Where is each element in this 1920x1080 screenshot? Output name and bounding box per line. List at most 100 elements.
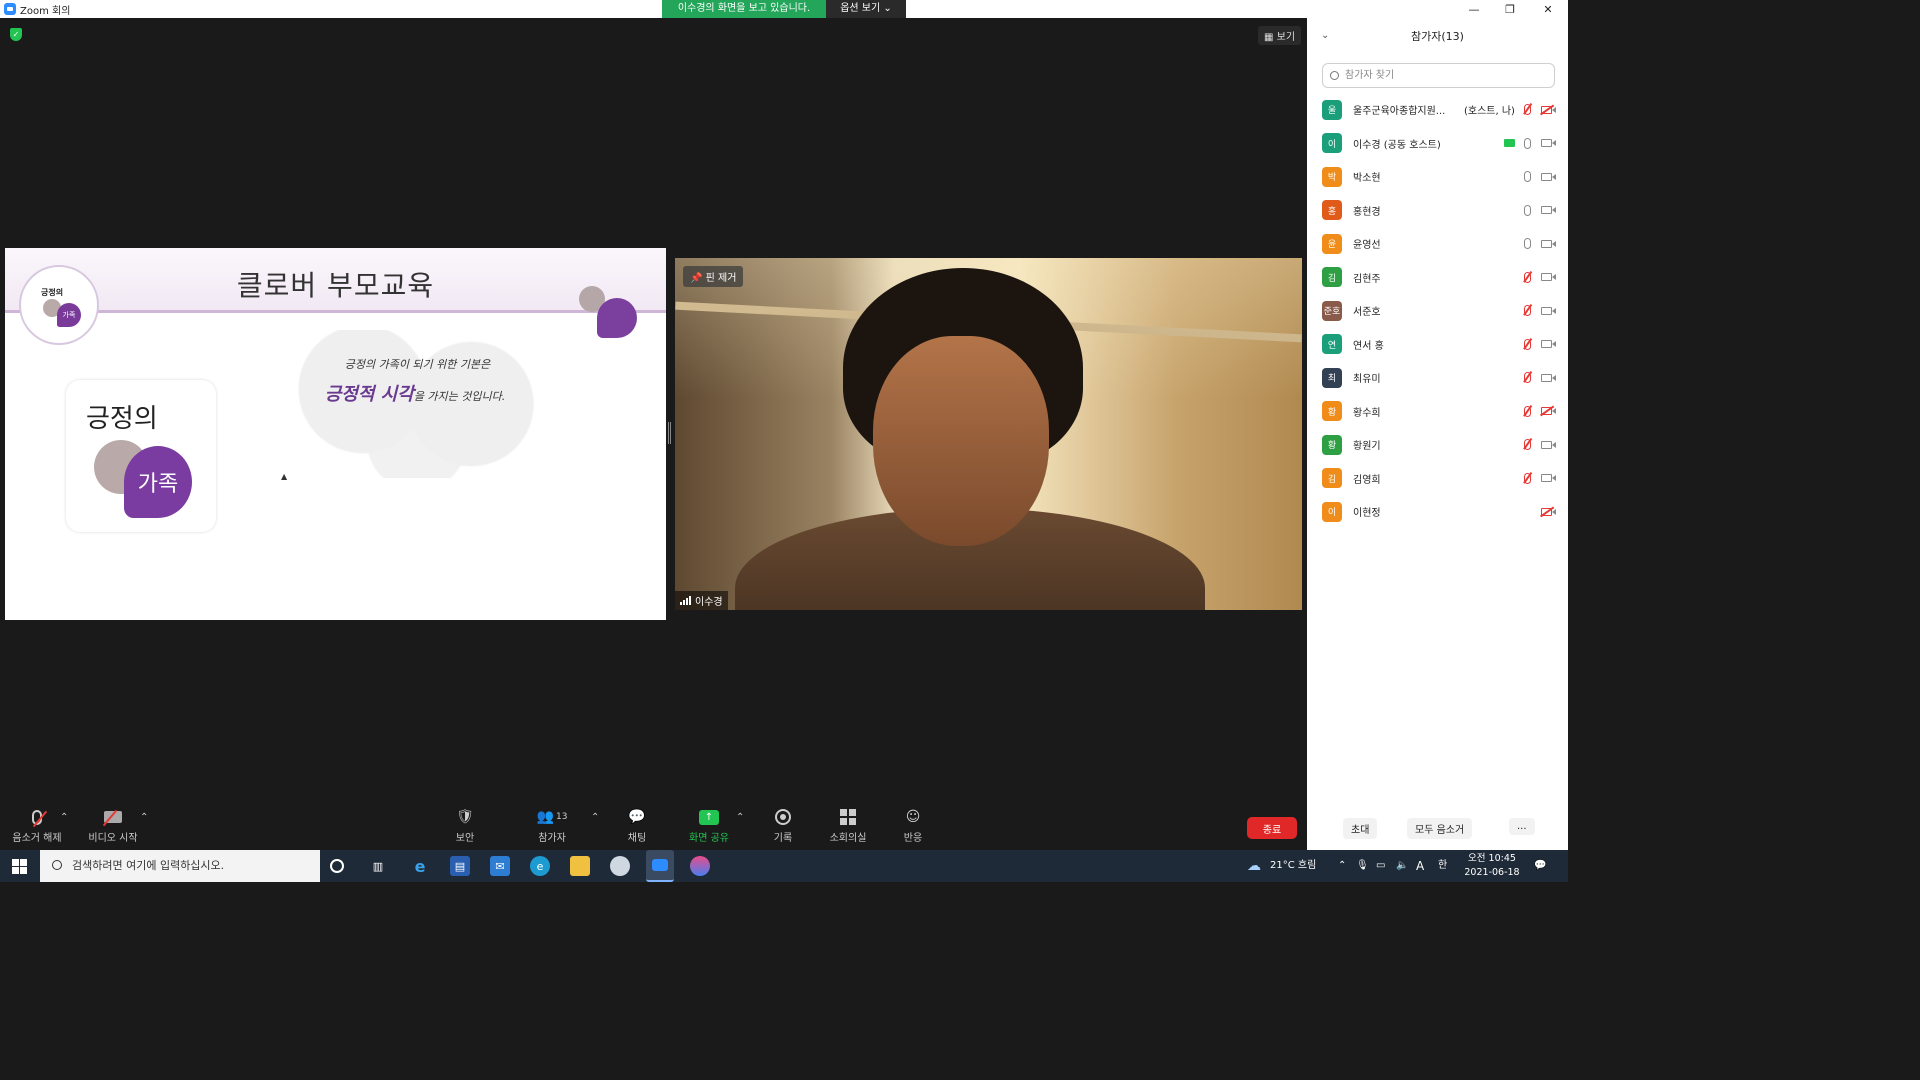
muted-mic-icon[interactable] — [1524, 472, 1531, 484]
volume-icon[interactable]: 🔈 — [1396, 850, 1408, 882]
video-off-icon[interactable] — [1541, 407, 1556, 416]
cortana-icon[interactable] — [330, 859, 344, 873]
muted-mic-icon[interactable] — [1524, 439, 1531, 451]
video-off-icon[interactable] — [1541, 507, 1556, 516]
muted-mic-icon[interactable] — [1524, 305, 1531, 317]
zoom-taskbar-icon[interactable] — [646, 850, 674, 882]
record-icon — [775, 809, 791, 825]
participant-row[interactable]: 황 황원기 — [1307, 428, 1568, 462]
view-options-button[interactable]: 옵션 보기 ⌄ — [826, 0, 906, 18]
split-divider-handle[interactable] — [668, 422, 671, 444]
participant-row[interactable]: 박 박소현 — [1307, 160, 1568, 194]
unpin-button[interactable]: 📌 핀 제거 — [683, 266, 744, 287]
share-options-chevron-icon[interactable]: ⌃ — [736, 812, 744, 823]
mic-icon[interactable] — [1524, 204, 1531, 216]
participant-row[interactable]: 이 이현정 — [1307, 495, 1568, 529]
edge-icon[interactable]: e — [530, 856, 550, 876]
participant-avatar: 홍 — [1322, 200, 1342, 221]
participant-avatar: 박 — [1322, 166, 1342, 187]
muted-mic-icon[interactable] — [1524, 405, 1531, 417]
view-button[interactable]: ▦ 보기 — [1258, 26, 1302, 45]
participant-row[interactable]: 울 울주군육아종합지원... (호스트, 나) — [1307, 93, 1568, 127]
participant-name: 김영희 — [1353, 474, 1381, 486]
reactions-button[interactable]: ☺ 반응 — [900, 808, 926, 844]
video-camera-icon[interactable] — [1541, 206, 1556, 215]
security-label: 보안 — [455, 833, 475, 844]
participant-row[interactable]: 황 황수희 — [1307, 395, 1568, 429]
start-video-label: 비디오 시작 — [88, 833, 138, 844]
video-camera-icon[interactable] — [1541, 373, 1556, 382]
participant-row[interactable]: 이 이수경 (공동 호스트) — [1307, 127, 1568, 161]
video-camera-icon[interactable] — [1541, 273, 1556, 282]
taskbar-clock[interactable]: 오전 10:45 2021-06-18 — [1462, 852, 1522, 880]
muted-mic-icon[interactable] — [1524, 338, 1531, 350]
video-camera-icon[interactable] — [1541, 474, 1556, 483]
internet-explorer-icon[interactable]: e — [410, 856, 430, 876]
video-off-icon[interactable] — [1541, 105, 1556, 114]
start-video-button[interactable]: 비디오 시작 — [86, 808, 140, 844]
participant-row[interactable]: 홍 홍현경 — [1307, 194, 1568, 228]
mute-all-button[interactable]: 모두 음소거 — [1407, 818, 1473, 839]
logo-small-text: 긍정의 — [41, 288, 64, 297]
mic-icon[interactable] — [1524, 137, 1531, 149]
ime-indicator[interactable]: A — [1416, 850, 1424, 882]
participant-row[interactable]: 김 김현주 — [1307, 261, 1568, 295]
participant-row[interactable]: 윤 윤영선 — [1307, 227, 1568, 261]
video-camera-icon[interactable] — [1541, 172, 1556, 181]
chat-button[interactable]: 💬 채팅 — [624, 808, 650, 844]
muted-mic-icon[interactable] — [1524, 104, 1531, 116]
participants-chevron-icon[interactable]: ⌃ — [591, 812, 599, 823]
video-options-chevron-icon[interactable]: ⌃ — [140, 812, 148, 823]
video-camera-icon[interactable] — [1541, 239, 1556, 248]
video-camera-icon[interactable] — [1541, 340, 1556, 349]
language-indicator[interactable]: 한 — [1438, 850, 1447, 882]
notification-icon[interactable]: 💬 — [1534, 850, 1546, 882]
screen-sharing-icon — [1504, 139, 1515, 148]
video-tile[interactable]: 📌 핀 제거 이수경 — [675, 258, 1302, 610]
mail-icon[interactable]: ✉ — [490, 856, 510, 876]
security-button[interactable]: 🛡 보안 — [450, 808, 480, 844]
video-camera-icon[interactable] — [1541, 139, 1556, 148]
participant-row[interactable]: 최 최유미 — [1307, 361, 1568, 395]
video-camera-icon[interactable] — [1541, 306, 1556, 315]
slide-header-line — [5, 310, 666, 313]
participant-avatar: 이 — [1322, 133, 1342, 154]
video-camera-icon[interactable] — [1541, 440, 1556, 449]
close-button[interactable]: ✕ — [1530, 0, 1566, 18]
mic-icon[interactable] — [1524, 238, 1531, 250]
end-meeting-button[interactable]: 종료 — [1247, 817, 1297, 839]
restore-button[interactable]: ❐ — [1492, 0, 1528, 18]
audio-options-chevron-icon[interactable]: ⌃ — [60, 812, 68, 823]
drop-app-icon[interactable] — [690, 856, 710, 876]
weather-text[interactable]: 21°C 흐림 — [1270, 850, 1316, 882]
taskbar-search-input[interactable]: 검색하려면 여기에 입력하십시오. — [40, 850, 320, 882]
muted-mic-icon[interactable] — [1524, 271, 1531, 283]
participants-button[interactable]: 👥 13 참가자 — [532, 808, 572, 844]
mic-icon[interactable] — [1524, 171, 1531, 183]
slide-logo-circle: 긍정의 가족 — [19, 265, 99, 345]
task-view-icon[interactable]: ▥ — [368, 856, 388, 876]
participant-row[interactable]: 김 김영희 — [1307, 462, 1568, 496]
file-explorer-icon[interactable] — [570, 856, 590, 876]
participant-row[interactable]: 준호 서준호 — [1307, 294, 1568, 328]
windows-start-icon[interactable] — [12, 859, 27, 874]
participant-search-input[interactable]: 참가자 찾기 — [1322, 63, 1555, 88]
encryption-shield-icon[interactable]: ✓ — [10, 28, 22, 41]
app-icon[interactable] — [610, 856, 630, 876]
participant-row[interactable]: 연 연서 홍 — [1307, 328, 1568, 362]
tray-expand-chevron-icon[interactable]: ⌃ — [1338, 850, 1346, 882]
weather-cloud-icon[interactable]: ☁ — [1244, 856, 1264, 876]
store-icon[interactable]: ▤ — [450, 856, 470, 876]
record-button[interactable]: 기록 — [770, 808, 796, 844]
microphone-tray-icon[interactable]: 🎙 — [1356, 850, 1369, 882]
share-screen-button[interactable]: ↑ 화면 공유 — [686, 808, 732, 844]
unmute-button[interactable]: 음소거 해제 — [10, 808, 64, 844]
screen-share-banner: 이수경의 화면을 보고 있습니다. 옵션 보기 ⌄ — [662, 0, 906, 18]
more-options-button[interactable]: ... — [1509, 818, 1535, 835]
muted-mic-icon — [32, 809, 42, 825]
breakout-rooms-button[interactable]: 소회의실 — [826, 808, 870, 844]
invite-button[interactable]: 초대 — [1343, 818, 1378, 839]
muted-mic-icon[interactable] — [1524, 372, 1531, 384]
minimize-button[interactable]: — — [1456, 0, 1492, 18]
network-icon[interactable]: ▭ — [1376, 850, 1385, 882]
